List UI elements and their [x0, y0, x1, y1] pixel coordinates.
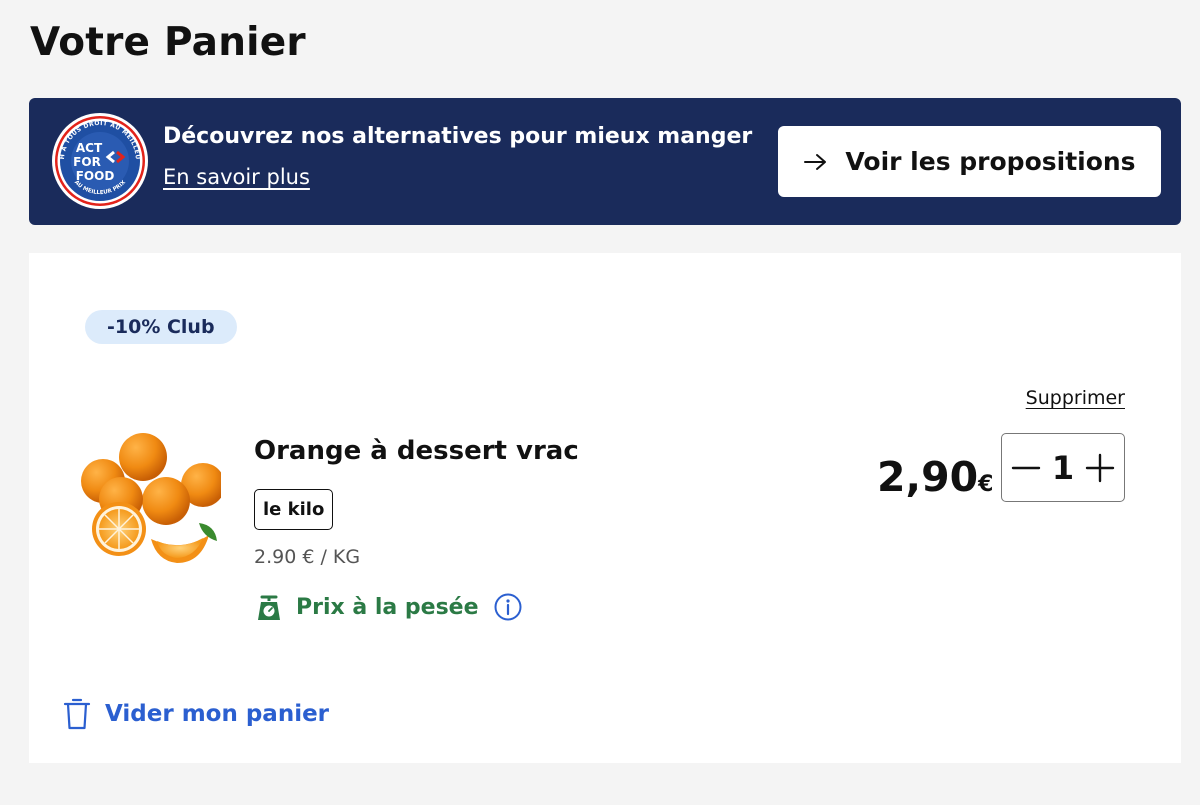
- price-amount: 2,90: [877, 453, 979, 501]
- increment-button[interactable]: [1084, 452, 1116, 484]
- price-currency: €: [978, 472, 994, 497]
- logo-line-3: FOOD: [76, 169, 115, 183]
- banner-text: Découvrez nos alternatives pour mieux ma…: [163, 124, 752, 189]
- weigh-price-label: Prix à la pesée: [296, 594, 479, 620]
- page-title: Votre Panier: [30, 20, 306, 65]
- trash-icon: [63, 698, 91, 730]
- view-proposals-label: Voir les propositions: [845, 147, 1136, 176]
- cart-card: -10% Club Orange à dessert vrac le kilo …: [29, 253, 1181, 763]
- act-for-food-logo: ACT FOR FOOD OH À TOUS DROIT AU MEILLEUR…: [51, 112, 148, 209]
- empty-cart-button[interactable]: Vider mon panier: [63, 697, 329, 731]
- quantity-value[interactable]: 1: [1052, 449, 1074, 487]
- banner-title: Découvrez nos alternatives pour mieux ma…: [163, 124, 753, 149]
- logo-line-1: ACT: [76, 141, 103, 155]
- plus-icon: [1085, 453, 1115, 482]
- oranges-image: [81, 433, 221, 563]
- scale-icon: [258, 595, 280, 620]
- item-price: 2,90€: [877, 453, 993, 501]
- unit-tag: le kilo: [254, 489, 334, 530]
- quantity-stepper: 1: [1001, 433, 1125, 502]
- minus-icon: [1011, 466, 1041, 469]
- delete-item-link[interactable]: Supprimer: [1026, 387, 1125, 409]
- weigh-price-row: Prix à la pesée: [254, 592, 523, 622]
- view-proposals-button[interactable]: Voir les propositions: [778, 126, 1161, 197]
- unit-price: 2.90 € / KG: [254, 546, 361, 568]
- act-for-food-banner: ACT FOR FOOD OH À TOUS DROIT AU MEILLEUR…: [29, 98, 1181, 225]
- product-name[interactable]: Orange à dessert vrac: [254, 436, 579, 466]
- promo-badge: -10% Club: [85, 310, 237, 344]
- decrement-button[interactable]: [1010, 452, 1042, 484]
- empty-cart-label: Vider mon panier: [105, 701, 330, 727]
- learn-more-link[interactable]: En savoir plus: [163, 165, 310, 189]
- info-icon[interactable]: [493, 592, 523, 622]
- arrow-right-icon: [804, 153, 827, 170]
- logo-line-2: FOR: [73, 155, 101, 169]
